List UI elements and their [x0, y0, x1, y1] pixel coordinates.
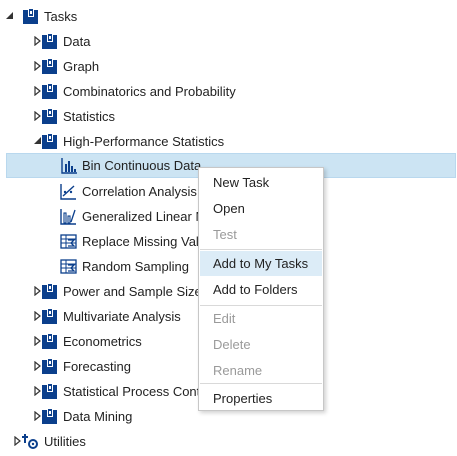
menu-item-new-task[interactable]: New Task	[200, 170, 322, 195]
task-folder-icon	[41, 308, 58, 325]
context-menu: New Task Open Test Add to My Tasks Add t…	[198, 167, 324, 411]
tree-node-label: Power and Sample Size	[63, 284, 202, 299]
table-sum-icon	[60, 233, 77, 250]
tree-node-label: Data Mining	[63, 409, 133, 424]
task-folder-icon	[41, 408, 58, 425]
tree-node-label: Random Sampling	[82, 259, 189, 274]
menu-item-test: Test	[213, 227, 237, 242]
menu-separator	[200, 383, 322, 384]
table-sum-icon	[60, 258, 77, 275]
task-folder-icon	[41, 333, 58, 350]
tree-node-label: Graph	[63, 59, 100, 74]
tree-node-label: Generalized Linear M	[82, 209, 207, 224]
tree-node-data[interactable]: Data	[0, 29, 457, 54]
tree-node-label: Statistics	[63, 109, 116, 124]
tree-node-utilities[interactable]: Utilities	[0, 429, 457, 454]
expand-arrow-icon[interactable]	[4, 4, 16, 29]
tree-node-statistics[interactable]: Statistics	[0, 104, 457, 129]
glm-chart-icon	[60, 208, 77, 225]
menu-item-properties[interactable]: Properties	[200, 386, 322, 411]
task-folder-icon	[41, 283, 58, 300]
tree-node-high-performance-statistics[interactable]: High-Performance Statistics	[0, 129, 457, 154]
tree-node-label: Statistical Process Contr	[63, 384, 205, 399]
menu-item-edit: Edit	[213, 311, 236, 326]
task-folder-icon	[41, 33, 58, 50]
menu-item-rename: Rename	[213, 363, 263, 378]
tree-node-graph[interactable]: Graph	[0, 54, 457, 79]
tree-node-label: Combinatorics and Probability	[63, 84, 236, 99]
task-folder-icon	[41, 133, 58, 150]
tree-node-combinatorics[interactable]: Combinatorics and Probability	[0, 79, 457, 104]
task-folder-icon	[41, 108, 58, 125]
tree-node-label: Tasks	[44, 9, 78, 24]
task-folder-icon	[41, 58, 58, 75]
tree-node-label: Forecasting	[63, 359, 131, 374]
tree-node-label: Replace Missing Valu	[82, 234, 207, 249]
tree-node-label: High-Performance Statistics	[63, 134, 225, 149]
scatter-chart-icon	[60, 183, 77, 200]
tree-node-label: Econometrics	[63, 334, 142, 349]
menu-item-add-to-folders[interactable]: Add to Folders	[200, 277, 322, 302]
tree-node-tasks[interactable]: Tasks	[0, 4, 457, 29]
tree-node-label: Data	[63, 34, 91, 49]
tree-node-label: Correlation Analysis	[82, 184, 197, 199]
task-folder-icon	[41, 83, 58, 100]
utilities-icon	[22, 433, 39, 450]
tree-node-label: Multivariate Analysis	[63, 309, 181, 324]
task-folder-icon	[22, 8, 39, 25]
menu-item-open[interactable]: Open	[200, 196, 322, 221]
menu-separator	[200, 249, 322, 250]
menu-item-delete: Delete	[213, 337, 251, 352]
tree-node-label: Utilities	[44, 434, 86, 449]
task-folder-icon	[41, 383, 58, 400]
task-folder-icon	[41, 358, 58, 375]
menu-item-add-to-my-tasks[interactable]: Add to My Tasks	[200, 251, 322, 276]
tree-node-label: Bin Continuous Data	[82, 158, 202, 173]
histogram-icon	[61, 157, 78, 174]
